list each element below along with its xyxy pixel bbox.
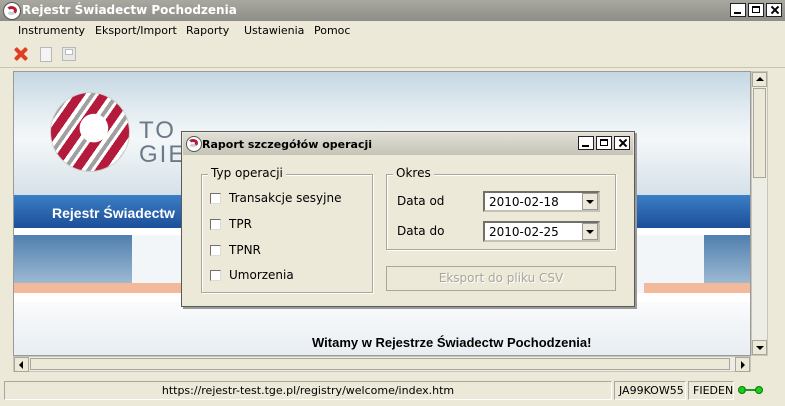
option-tpr[interactable]: TPR (210, 216, 252, 232)
banner-image (14, 235, 132, 283)
operation-type-legend: Typ operacji (208, 166, 286, 180)
dialog-title: Raport szczegółów operacji (202, 138, 373, 151)
date-from-label: Data od (397, 194, 445, 208)
chevron-down-icon[interactable] (582, 223, 598, 240)
window-controls (730, 3, 782, 17)
minimize-icon[interactable] (730, 3, 746, 17)
option-tpnr[interactable]: TPNR (210, 242, 261, 258)
period-legend: Okres (393, 166, 434, 180)
date-from-value: 2010-02-18 (489, 195, 559, 209)
menu-instrumenty[interactable]: Instrumenty (18, 24, 85, 37)
save-icon[interactable] (62, 47, 76, 61)
maximize-icon[interactable] (596, 136, 612, 150)
document-icon[interactable] (40, 47, 52, 62)
scroll-down-button[interactable] (752, 340, 767, 355)
horizontal-scroll-thumb[interactable] (30, 358, 730, 370)
umorzenia-label: Umorzenia (229, 268, 294, 282)
umorzenia-checkbox[interactable] (210, 269, 221, 281)
connection-status-icon (738, 384, 764, 396)
menu-pomoc[interactable]: Pomoc (314, 24, 350, 37)
date-from-picker[interactable]: 2010-02-18 (483, 191, 600, 212)
brand-name: TO GIE (139, 119, 186, 167)
transakcje-sesyjne-label: Transakcje sesyjne (229, 191, 342, 205)
brand-name-line1: TO (139, 117, 176, 144)
banner-accent-bar (14, 283, 184, 293)
vertical-scrollbar[interactable] (751, 71, 768, 356)
chevron-down-icon[interactable] (582, 193, 598, 210)
brand-name-line2: GIE (139, 141, 187, 168)
menu-raporty[interactable]: Raporty (186, 24, 229, 37)
minimize-icon[interactable] (578, 136, 594, 150)
menu-bar: Instrumenty Eksport/Import Raporty Ustaw… (0, 21, 785, 41)
scroll-right-button[interactable] (735, 357, 750, 372)
welcome-section: Witamy w Rejestrze Świadectw Pochodzenia… (14, 302, 750, 355)
banner-image (704, 235, 750, 283)
arrow-right-icon (741, 361, 745, 369)
close-icon[interactable] (766, 3, 782, 17)
window-titlebar: Rejestr Świadectw Pochodzenia (0, 0, 785, 21)
arrow-up-icon (756, 77, 764, 81)
date-to-picker[interactable]: 2010-02-25 (483, 221, 600, 242)
scroll-up-button[interactable] (752, 72, 767, 87)
banner-accent-bar (644, 283, 750, 293)
period-group: Okres Data od 2010-02-18 Data do 2010-02… (386, 166, 616, 250)
arrow-left-icon (19, 361, 23, 369)
status-url: https://rejestr-test.tge.pl/registry/wel… (4, 381, 612, 400)
status-bar: https://rejestr-test.tge.pl/registry/wel… (0, 378, 785, 406)
close-icon[interactable] (14, 47, 28, 61)
status-name: FIEDEN (688, 381, 734, 400)
vertical-scroll-thumb[interactable] (753, 88, 766, 178)
window-title: Rejestr Świadectw Pochodzenia (22, 3, 237, 17)
scroll-left-button[interactable] (14, 357, 29, 372)
tpnr-checkbox[interactable] (210, 244, 221, 256)
status-led-right (755, 386, 763, 394)
status-user: JA99KOW55 (614, 381, 686, 400)
banner-title: Rejestr Świadectw (52, 205, 175, 221)
toolbar (0, 41, 785, 68)
app-logo-icon (3, 2, 21, 20)
menu-ustawienia[interactable]: Ustawienia (244, 24, 304, 37)
date-to-label: Data do (397, 224, 445, 238)
tpnr-label: TPNR (229, 243, 261, 257)
dialog-titlebar[interactable]: Raport szczegółów operacji (183, 133, 633, 155)
arrow-down-icon (756, 346, 764, 350)
dialog-window-controls (578, 136, 630, 150)
welcome-message: Witamy w Rejestrze Świadectw Pochodzenia… (312, 335, 592, 350)
close-icon[interactable] (614, 136, 630, 150)
option-transakcje-sesyjne[interactable]: Transakcje sesyjne (210, 190, 341, 206)
tpr-label: TPR (229, 217, 252, 231)
transakcje-sesyjne-checkbox[interactable] (210, 192, 221, 204)
company-logo-icon (50, 92, 130, 172)
report-dialog: Raport szczegółów operacji Typ operacji … (181, 131, 635, 307)
menu-eksport-import[interactable]: Eksport/Import (95, 24, 177, 37)
horizontal-scrollbar[interactable] (13, 356, 751, 372)
maximize-icon[interactable] (748, 3, 764, 17)
operation-type-group: Typ operacji Transakcje sesyjne TPR TPNR… (201, 166, 373, 293)
app-logo-icon (186, 136, 202, 152)
option-umorzenia[interactable]: Umorzenia (210, 267, 294, 283)
tpr-checkbox[interactable] (210, 218, 221, 230)
export-csv-button[interactable]: Eksport do pliku CSV (386, 266, 616, 291)
date-to-value: 2010-02-25 (489, 225, 559, 239)
